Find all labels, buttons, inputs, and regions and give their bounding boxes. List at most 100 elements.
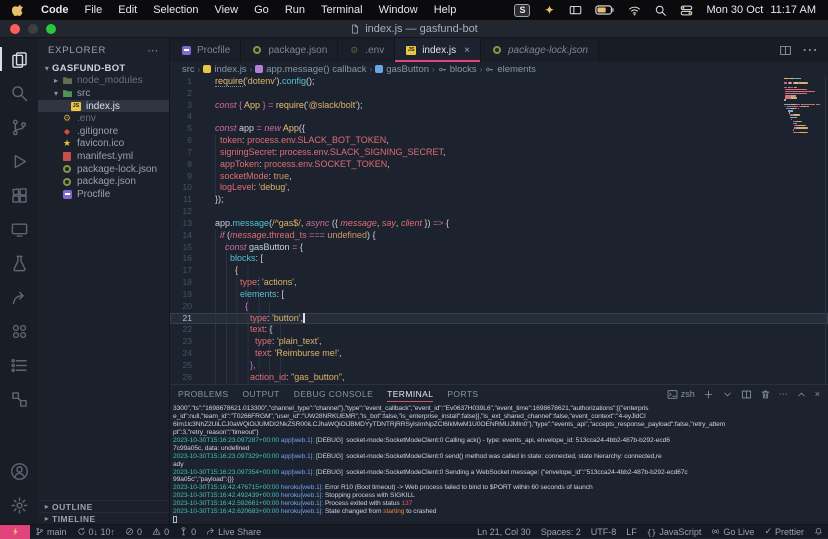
activity-live-share-icon[interactable] [0,280,38,314]
menu-run[interactable]: Run [285,4,305,16]
tree-item-index-js[interactable]: JSindex.js [38,100,169,113]
tree-item-src[interactable]: ▾src [38,87,169,100]
apple-icon[interactable] [12,4,25,17]
code-line-9[interactable]: 9 socketMode: true, [170,171,828,183]
status-eol[interactable]: LF [621,525,642,539]
plus-icon[interactable] [703,389,714,400]
status-problems-errors[interactable]: 0 [120,525,147,539]
menu-terminal[interactable]: Terminal [321,4,363,16]
code-line-17[interactable]: 17 { [170,265,828,277]
code-line-11[interactable]: 11}); [170,194,828,206]
activity-todo-list-icon[interactable] [0,348,38,382]
menu-window[interactable]: Window [379,4,418,16]
status-language-mode[interactable]: {}JavaScript [642,525,707,539]
activity-run-debug-icon[interactable] [0,144,38,178]
code-line-4[interactable]: 4 [170,111,828,123]
menu-selection[interactable]: Selection [153,4,198,16]
status-cursor-position[interactable]: Ln 21, Col 30 [472,525,536,539]
menu-file[interactable]: File [85,4,103,16]
status-git-branch[interactable]: main [30,525,72,539]
menu-app[interactable]: Code [41,4,69,16]
terminal-output[interactable]: 3300","ts":"1698678621.013300","channel_… [170,403,828,524]
trash-icon[interactable] [760,389,771,400]
editor-more-icon[interactable]: ⋯ [802,40,818,60]
status-ports[interactable]: 0 [174,525,201,539]
status-go-live[interactable]: Go Live [706,525,759,539]
chevron-up-icon[interactable] [796,389,807,400]
more-icon[interactable]: ⋯ [779,389,788,400]
activity-accounts-icon[interactable] [0,454,38,488]
code-line-13[interactable]: 13app.message(/^gas$/, async ({ message,… [170,218,828,230]
code-line-12[interactable]: 12 [170,206,828,218]
status-git-sync[interactable]: 0↓ 10↑ [72,525,121,539]
activity-extension-circles-icon[interactable] [0,314,38,348]
breadcrumb-src[interactable]: src [182,64,195,75]
code-line-16[interactable]: 16 blocks: [ [170,253,828,265]
minimap[interactable] [784,78,820,134]
tree-item-package-json[interactable]: package.json [38,175,169,188]
tree-item-node-modules[interactable]: ▸node_modules [38,75,169,88]
panel-tab-output[interactable]: OUTPUT [242,385,279,403]
tab--env[interactable]: ⚙.env [338,38,395,62]
menu-edit[interactable]: Edit [118,4,137,16]
sparkle-icon[interactable] [543,4,556,17]
panel-tab-debug-console[interactable]: DEBUG CONSOLE [294,385,373,403]
display-icon[interactable] [569,4,582,17]
sidebar-section-outline[interactable]: ▸OUTLINE [38,500,169,512]
menu-view[interactable]: View [214,4,238,16]
tree-item-package-lock-json[interactable]: package-lock.json [38,163,169,176]
control-center-icon[interactable] [680,4,693,17]
tree-item--gitignore[interactable]: ◆.gitignore [38,125,169,138]
code-line-26[interactable]: 26 action_id: "gas_button", [170,372,828,384]
code-line-23[interactable]: 23 type: 'plain_text', [170,336,828,348]
tree-item-gasfund-bot[interactable]: ▾GASFUND-BOT [38,62,169,75]
activity-hierarchy-icon[interactable] [0,382,38,416]
menu-go[interactable]: Go [254,4,269,16]
tree-item-procfile[interactable]: Procfile [38,188,169,201]
code-line-8[interactable]: 8 appToken: process.env.SOCKET_TOKEN, [170,159,828,171]
code-line-19[interactable]: 19 elements: [ [170,289,828,301]
tab-package-lock-json[interactable]: package-lock.json [481,38,599,62]
status-encoding[interactable]: UTF-8 [586,525,622,539]
split-editor-icon[interactable] [779,44,792,57]
code-line-15[interactable]: 15 const gasButton = { [170,242,828,254]
activity-extensions-icon[interactable] [0,178,38,212]
close-tab-icon[interactable]: × [464,45,470,56]
split-icon[interactable] [741,389,752,400]
code-line-6[interactable]: 6 token: process.env.SLACK_BOT_TOKEN, [170,135,828,147]
code-line-3[interactable]: 3const { App } = require('@slack/bolt'); [170,100,828,112]
search-icon[interactable] [654,4,667,17]
breadcrumb-blocks[interactable]: blocks [438,64,477,75]
code-line-21[interactable]: 21 type: 'button', [170,313,828,325]
activity-remote-explorer-icon[interactable] [0,212,38,246]
status-remote-indicator[interactable] [0,525,30,539]
activity-testing-icon[interactable] [0,246,38,280]
status-prettier[interactable]: ✓Prettier [759,525,809,539]
code-line-25[interactable]: 25 }, [170,360,828,372]
code-line-18[interactable]: 18 type: 'actions', [170,277,828,289]
tree-item-favicon-ico[interactable]: ★favicon.ico [38,138,169,151]
chevron-down-icon[interactable] [722,389,733,400]
code-line-14[interactable]: 14 if (message.thread_ts === undefined) … [170,230,828,242]
tree-item-manifest-yml[interactable]: manifest.yml [38,150,169,163]
code-line-22[interactable]: 22 text: { [170,324,828,336]
status-problems-warnings[interactable]: 0 [147,525,174,539]
breadcrumb-elements[interactable]: elements [485,64,536,75]
breadcrumb-index-js[interactable]: index.js [203,64,246,75]
breadcrumb-gasbutton[interactable]: gasButton [375,64,429,75]
tab-index-js[interactable]: JSindex.js× [395,38,481,62]
code-line-1[interactable]: 1require('dotenv').config(); [170,76,828,88]
code-editor[interactable]: 1require('dotenv').config();23const { Ap… [170,76,828,384]
code-line-2[interactable]: 2 [170,88,828,100]
activity-search-icon[interactable] [0,76,38,110]
code-line-10[interactable]: 10 logLevel: 'debug', [170,182,828,194]
code-line-20[interactable]: 20 { [170,301,828,313]
tab-procfile[interactable]: Procfile [170,38,241,62]
battery-icon[interactable] [595,4,615,16]
status-live-share[interactable]: Live Share [201,525,266,539]
terminal-icon[interactable]: zsh [667,389,695,400]
panel-tab-terminal[interactable]: TERMINAL [387,385,433,403]
code-line-7[interactable]: 7 signingSecret: process.env.SLACK_SIGNI… [170,147,828,159]
lightbulb-icon[interactable] [201,314,209,322]
menu-help[interactable]: Help [434,4,457,16]
